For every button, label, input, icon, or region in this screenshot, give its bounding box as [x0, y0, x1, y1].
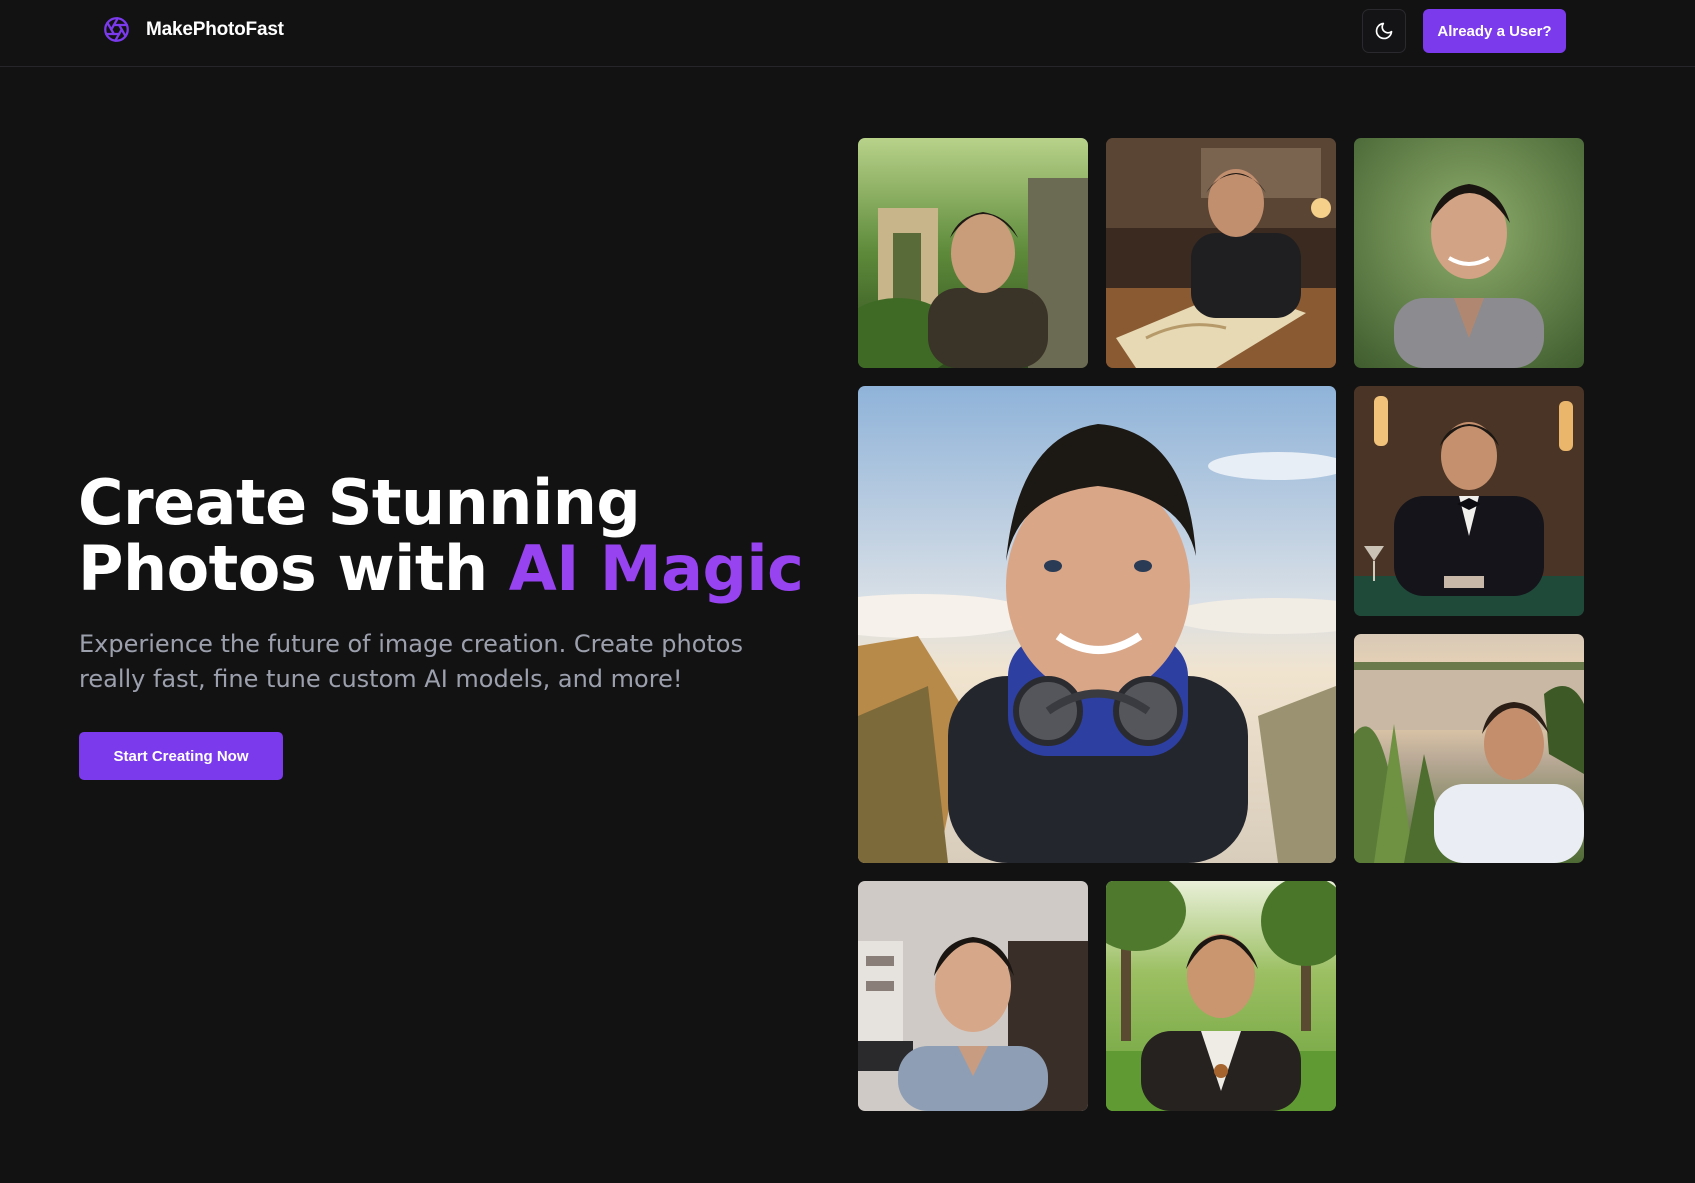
brand-name: MakePhotoFast: [146, 18, 284, 40]
hero-subtext: Experience the future of image creation.…: [79, 630, 743, 693]
headline-line-2: Photos with: [78, 532, 509, 605]
gallery-photo-mountain-selfie: [858, 386, 1336, 863]
hero-headline: Create Stunning Photos with AI Magic: [78, 470, 804, 605]
gallery-photo-garden: [1354, 138, 1584, 368]
top-nav: MakePhotoFast Already a User?: [0, 0, 1695, 67]
gallery-photo-lakeside: [1354, 634, 1584, 863]
gallery-photo-indoor: [858, 881, 1088, 1111]
gallery-photo-park: [1106, 881, 1336, 1111]
headline-accent: AI Magic: [508, 532, 804, 605]
start-creating-button[interactable]: Start Creating Now: [79, 732, 283, 780]
gallery-photo-desk-map: [1106, 138, 1336, 368]
theme-toggle-button[interactable]: [1362, 9, 1406, 53]
already-a-user-button[interactable]: Already a User?: [1423, 9, 1566, 53]
aperture-icon: [104, 17, 129, 42]
headline-line-1: Create Stunning: [78, 466, 641, 539]
brand[interactable]: MakePhotoFast: [103, 16, 284, 43]
gallery-photo-forest-ruins: [858, 138, 1088, 368]
moon-icon: [1375, 22, 1393, 40]
gallery-photo-casino: [1354, 386, 1584, 616]
